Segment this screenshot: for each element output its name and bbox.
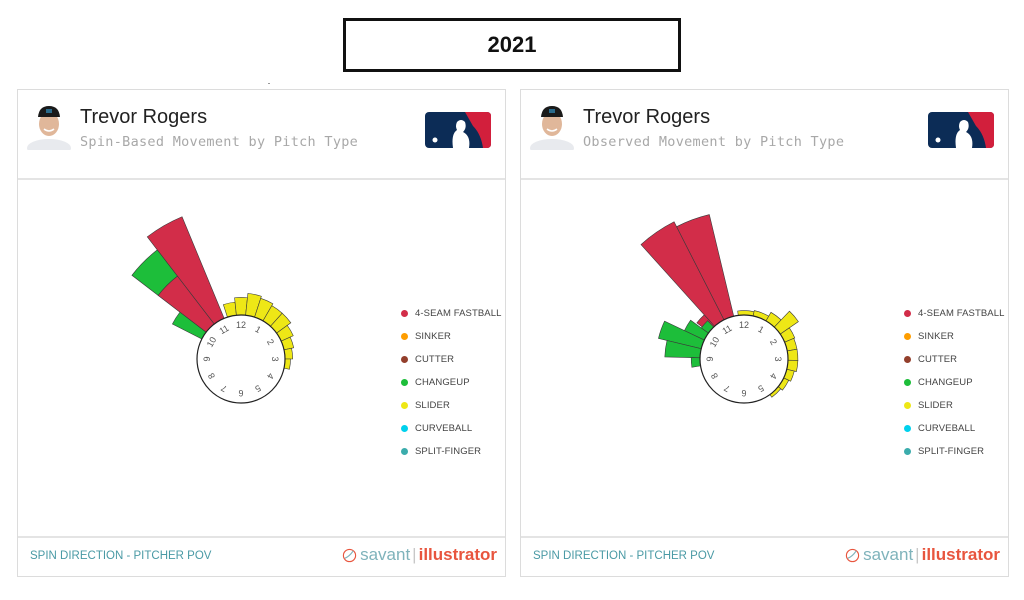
legend-item: SINKER — [401, 325, 502, 348]
brand-savant: savant — [360, 545, 411, 564]
legend-label: SINKER — [918, 331, 954, 342]
legend-label: CURVEBALL — [415, 423, 473, 434]
chart-subtitle: Observed Movement by Pitch Type — [583, 134, 845, 150]
legend-swatch — [904, 310, 911, 317]
clock-tick-label: 6 — [741, 388, 746, 398]
panel-header: Trevor Rogers Observed Movement by Pitch… — [521, 90, 1008, 180]
radial-chart-area: 12 1 2 3 4 5 6 7 8 9 10 11 4-SEAM FASTBALL SINKER CUT… — [18, 180, 505, 538]
clock-tick-label: 9 — [202, 356, 212, 361]
legend-item: CHANGEUP — [904, 371, 1005, 394]
panel-footer: SPIN DIRECTION - PITCHER POV savant | il… — [18, 536, 505, 576]
legend-swatch — [401, 379, 408, 386]
brand-illustrator: illustrator — [418, 545, 497, 564]
legend-swatch — [904, 448, 911, 455]
chart-subtitle: Spin-Based Movement by Pitch Type — [80, 134, 359, 150]
slider-bar — [234, 297, 248, 316]
legend-item: 4-SEAM FASTBALL — [904, 302, 1005, 325]
panel-header: Trevor Rogers Spin-Based Movement by Pit… — [18, 90, 505, 180]
footer-label: SPIN DIRECTION - PITCHER POV — [30, 550, 212, 562]
legend-item: SPLIT-FINGER — [904, 440, 1005, 463]
legend-item: SPLIT-FINGER — [401, 440, 502, 463]
legend-label: CUTTER — [415, 354, 455, 365]
clock-tick-label: 3 — [270, 356, 280, 361]
legend-swatch — [401, 448, 408, 455]
legend-item: CHANGEUP — [401, 371, 502, 394]
pitch-legend: 4-SEAM FASTBALL SINKER CUTTER CHANGEUP SLIDE… — [401, 302, 502, 463]
clock-tick-label: 3 — [773, 356, 783, 361]
observed-movement-panel: Trevor Rogers Observed Movement by Pitch… — [520, 89, 1009, 577]
baseball-icon — [845, 548, 860, 562]
legend-label: SLIDER — [918, 400, 953, 411]
legend-item: SLIDER — [904, 394, 1005, 417]
player-headshot — [27, 106, 71, 150]
brand-separator: | — [915, 545, 920, 564]
brand-separator: | — [412, 545, 417, 564]
legend-swatch — [904, 402, 911, 409]
legend-item: 4-SEAM FASTBALL — [401, 302, 502, 325]
legend-item: SLIDER — [401, 394, 502, 417]
legend-swatch — [904, 425, 911, 432]
legend-swatch — [904, 333, 911, 340]
footer-label: SPIN DIRECTION - PITCHER POV — [533, 550, 715, 562]
mlb-logo-icon — [928, 112, 994, 148]
player-headshot — [530, 106, 574, 150]
legend-label: CURVEBALL — [918, 423, 976, 434]
brand-savant: savant — [863, 545, 914, 564]
radial-chart-area: 12 1 2 3 4 5 6 7 8 9 10 11 4-SEAM FASTBALL SINKER CUT… — [521, 180, 1008, 538]
player-name: Trevor Rogers — [80, 106, 208, 128]
legend-label: SPLIT-FINGER — [415, 446, 482, 457]
legend-swatch — [401, 333, 408, 340]
baseball-icon — [342, 548, 357, 562]
clock-tick-label: 12 — [236, 320, 246, 330]
mlb-logo-icon — [425, 112, 491, 148]
clock-tick-label: 12 — [739, 320, 749, 330]
legend-label: CHANGEUP — [918, 377, 973, 388]
savant-illustrator-brand: savant | illustrator — [342, 545, 497, 565]
legend-swatch — [904, 379, 911, 386]
legend-item: CURVEBALL — [401, 417, 502, 440]
stray-mark — [268, 83, 270, 84]
legend-label: SLIDER — [415, 400, 450, 411]
legend-label: SPLIT-FINGER — [918, 446, 985, 457]
spin-based-panel: Trevor Rogers Spin-Based Movement by Pit… — [17, 89, 506, 577]
legend-swatch — [401, 310, 408, 317]
legend-label: CHANGEUP — [415, 377, 470, 388]
year-title: 2021 — [343, 18, 681, 72]
legend-item: CURVEBALL — [904, 417, 1005, 440]
legend-label: SINKER — [415, 331, 451, 342]
brand-illustrator: illustrator — [921, 545, 1000, 564]
legend-item: CUTTER — [401, 348, 502, 371]
legend-label: 4-SEAM FASTBALL — [918, 308, 1005, 319]
legend-swatch — [401, 402, 408, 409]
panel-footer: SPIN DIRECTION - PITCHER POV savant | il… — [521, 536, 1008, 576]
legend-swatch — [401, 356, 408, 363]
legend-swatch — [904, 356, 911, 363]
clock-tick-label: 6 — [238, 388, 243, 398]
pitch-legend: 4-SEAM FASTBALL SINKER CUTTER CHANGEUP SLIDE… — [904, 302, 1005, 463]
legend-label: 4-SEAM FASTBALL — [415, 308, 502, 319]
changeup-bar — [690, 357, 701, 368]
legend-label: CUTTER — [918, 354, 958, 365]
legend-item: SINKER — [904, 325, 1005, 348]
clock-tick-label: 9 — [705, 356, 715, 361]
slider-bar — [786, 348, 799, 361]
legend-item: CUTTER — [904, 348, 1005, 371]
savant-illustrator-brand: savant | illustrator — [845, 545, 1000, 565]
legend-swatch — [401, 425, 408, 432]
player-name: Trevor Rogers — [583, 106, 711, 128]
